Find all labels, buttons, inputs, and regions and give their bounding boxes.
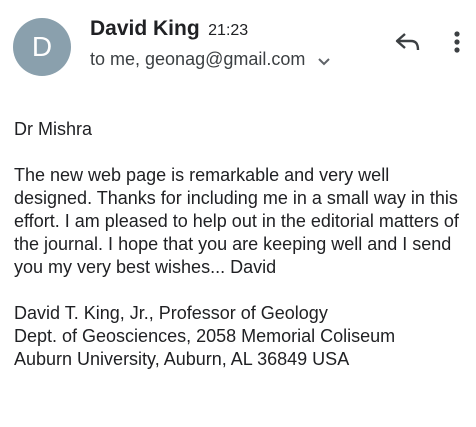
signature: David T. King, Jr., Professor of Geology… bbox=[14, 302, 464, 371]
message-body: Dr Mishra The new web page is remarkable… bbox=[14, 118, 464, 371]
more-options-button[interactable] bbox=[445, 28, 469, 58]
sender-line: David King 21:23 bbox=[90, 17, 248, 41]
chevron-down-icon bbox=[318, 50, 331, 71]
message-header: D David King 21:23 to me, geonag@gmail.c… bbox=[0, 0, 476, 90]
recipient-text: to me, geonag@gmail.com bbox=[90, 49, 306, 69]
greeting: Dr Mishra bbox=[14, 119, 93, 139]
sender-name[interactable]: David King bbox=[90, 17, 200, 40]
signature-line: David T. King, Jr., Professor of Geology bbox=[14, 303, 328, 323]
avatar[interactable]: D bbox=[13, 18, 71, 76]
recipient-details-toggle[interactable]: to me, geonag@gmail.com bbox=[90, 49, 331, 71]
reply-button[interactable] bbox=[392, 28, 424, 58]
message-time: 21:23 bbox=[208, 22, 249, 39]
reply-icon bbox=[395, 33, 420, 51]
signature-line: Dept. of Geosciences, 2058 Memorial Coli… bbox=[14, 326, 396, 346]
signature-line: Auburn University, Auburn, AL 36849 USA bbox=[14, 349, 350, 369]
message-paragraph: The new web page is remarkable and very … bbox=[14, 165, 459, 277]
more-vert-icon bbox=[454, 31, 460, 53]
